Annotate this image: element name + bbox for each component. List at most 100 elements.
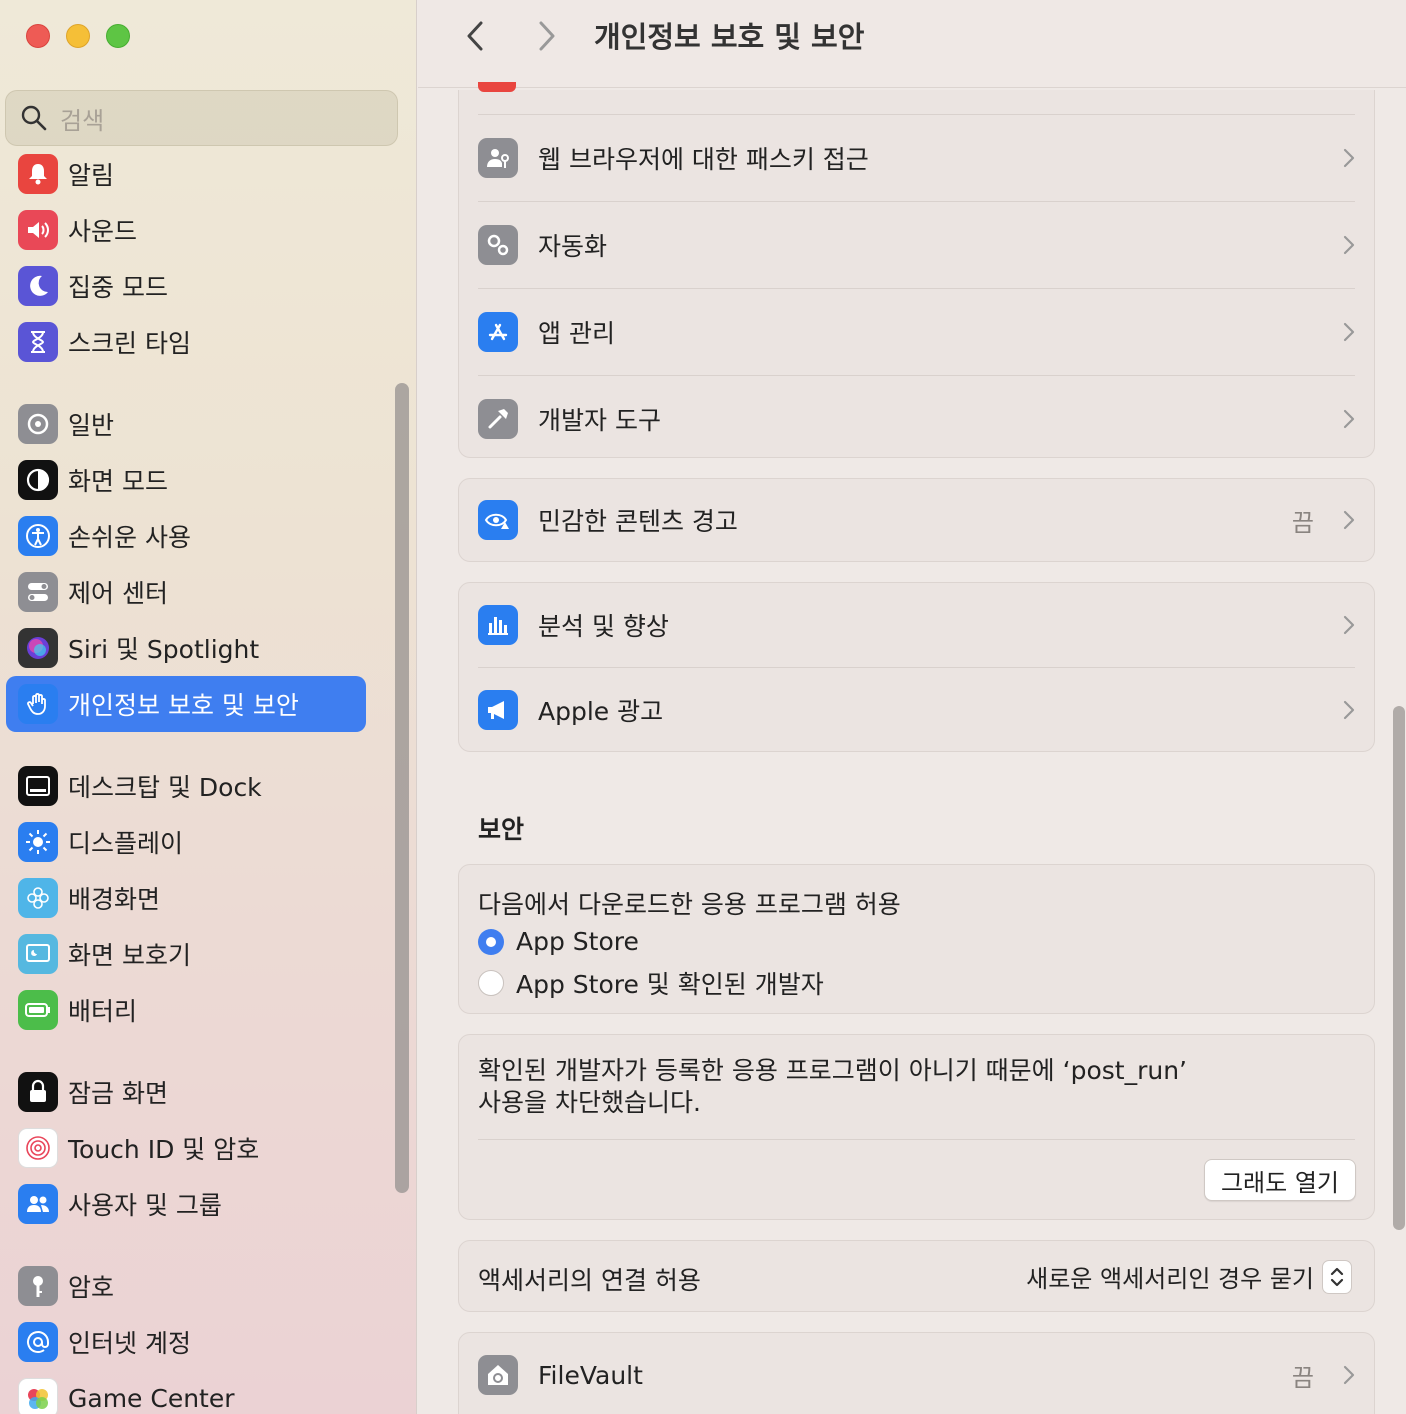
sidebar: 검색 알림사운드집중 모드스크린 타임일반화면 모드손쉬운 사용 제어 센터 Sir… (0, 0, 417, 1414)
sidebar-item[interactable]: 화면 보호기 (6, 926, 366, 982)
settings-row-value: 끔 (1291, 508, 1314, 537)
dock-icon (18, 766, 58, 806)
sidebar-item-label: 화면 모드 (68, 467, 168, 496)
sidebar-item[interactable]: 인터넷 계정 (6, 1314, 366, 1370)
radio-app-store-and-developers-label: App Store 및 확인된 개발자 (516, 970, 824, 999)
radio-app-store-and-developers-indicator[interactable] (478, 970, 504, 996)
megaphone-icon (478, 690, 518, 730)
close-button[interactable] (26, 24, 50, 48)
radio-app-store-indicator[interactable] (478, 928, 504, 955)
minimize-button[interactable] (66, 24, 90, 48)
rows: 웹 브라우저에 대한 패스키 접근 자동화앱 관리개발자 도구 (459, 115, 1374, 462)
automation-gears-icon (478, 225, 518, 265)
sun-icon (18, 822, 58, 862)
settings-row[interactable]: 개발자 도구 (459, 376, 1374, 462)
sidebar-item-label: 스크린 타임 (68, 329, 191, 358)
sidebar-item[interactable]: 배터리 (6, 982, 366, 1038)
sidebar-item[interactable]: 제어 센터 (6, 564, 366, 620)
settings-row-label: 민감한 콘텐츠 경고 (538, 507, 738, 536)
open-anyway-button[interactable]: 그래도 열기 (1203, 1159, 1356, 1201)
chevron-right-icon (1343, 700, 1355, 720)
passkey-icon (478, 138, 518, 178)
back-chevron-icon[interactable] (458, 18, 494, 54)
sidebar-item[interactable]: 데스크탑 및 Dock (6, 758, 366, 814)
sidebar-item-label: 화면 보호기 (68, 941, 191, 970)
allow-apps-card: 다음에서 다운로드한 응용 프로그램 허용 App Store App Stor… (458, 864, 1375, 1014)
sidebar-item-label: 사운드 (68, 217, 138, 246)
filevault-icon (478, 1355, 518, 1395)
sidebar-item[interactable]: 집중 모드 (6, 258, 366, 314)
allow-apps-heading: 다음에서 다운로드한 응용 프로그램 허용 (478, 890, 901, 919)
accessibility-icon (18, 516, 58, 556)
popup-stepper-icon[interactable] (1322, 1259, 1352, 1294)
speaker-icon (18, 210, 58, 250)
search-field[interactable]: 검색 (5, 90, 398, 146)
main-scrollbar[interactable] (1393, 706, 1405, 1230)
sidebar-item[interactable]: 사용자 및 그룹 (6, 1176, 366, 1232)
sidebar-item[interactable]: 디스플레이 (6, 814, 366, 870)
siri-icon (18, 628, 58, 668)
appearance-icon (18, 460, 58, 500)
sidebar-item[interactable]: 손쉬운 사용 (6, 508, 366, 564)
sidebar-item[interactable]: Game Center (6, 1370, 366, 1414)
accessory-label: 액세서리의 연결 허용 (478, 1266, 701, 1295)
sidebar-item-label: Game Center (68, 1383, 235, 1413)
chevron-right-icon (1343, 322, 1355, 342)
blocked-app-message-line2: 사용을 차단했습니다. (478, 1088, 701, 1117)
battery-icon (18, 990, 58, 1030)
settings-row-label: Apple 광고 (538, 697, 664, 726)
fingerprint-icon (18, 1128, 58, 1168)
blocked-app-message-line1: 확인된 개발자가 등록한 응용 프로그램이 아니기 때문에 ‘post_run’ (478, 1056, 1187, 1085)
sidebar-item[interactable]: Touch ID 및 암호 (6, 1120, 366, 1176)
divider (478, 1139, 1355, 1140)
sidebar-item-label: 디스플레이 (68, 829, 184, 858)
search-placeholder: 검색 (60, 106, 105, 135)
sidebar-item-label: 잠금 화면 (68, 1079, 168, 1108)
sidebar-item-label: 데스크탑 및 Dock (68, 773, 262, 802)
settings-row[interactable]: 웹 브라우저에 대한 패스키 접근 (459, 115, 1374, 201)
settings-row[interactable]: 분석 및 향상 (459, 583, 1374, 667)
sidebar-item[interactable]: 사운드 (6, 202, 366, 258)
sidebar-item[interactable]: 암호 (6, 1258, 366, 1314)
sidebar-item-label: 배터리 (68, 997, 138, 1026)
sidebar-item-label: 인터넷 계정 (68, 1329, 191, 1358)
window-controls (26, 24, 130, 48)
sidebar-item[interactable]: 일반 (6, 396, 366, 452)
sidebar-scrollbar[interactable] (395, 383, 409, 1193)
chevron-right-icon (1343, 510, 1355, 530)
sidebar-item[interactable]: 배경화면 (6, 870, 366, 926)
forward-chevron-icon[interactable] (528, 18, 564, 54)
search-icon (21, 105, 47, 131)
sidebar-item[interactable]: 개인정보 보호 및 보안 (6, 676, 366, 732)
radio-app-store-and-developers[interactable]: App Store 및 확인된 개발자 (478, 965, 824, 1001)
filevault-row[interactable]: FileVault 끔 (459, 1333, 1374, 1414)
screensaver-icon (18, 934, 58, 974)
settings-row[interactable]: Apple 광고 (459, 668, 1374, 752)
flower-icon (18, 878, 58, 918)
bell-icon (18, 154, 58, 194)
accessory-value: 새로운 액세서리인 경우 묻기 (1026, 1265, 1314, 1293)
filevault-card: FileVault 끔 (458, 1332, 1375, 1414)
sidebar-item[interactable]: 화면 모드 (6, 452, 366, 508)
sidebar-item[interactable]: Siri 및 Spotlight (6, 620, 366, 676)
sidebar-item-label: 집중 모드 (68, 273, 168, 302)
sidebar-item[interactable]: 알림 (6, 146, 366, 202)
hand-icon (18, 684, 58, 724)
zoom-button[interactable] (106, 24, 130, 48)
users-icon (18, 1184, 58, 1224)
sidebar-item[interactable]: 스크린 타임 (6, 314, 366, 370)
hourglass-icon (18, 322, 58, 362)
sidebar-item[interactable]: 잠금 화면 (6, 1064, 366, 1120)
settings-row-label: 개발자 도구 (538, 406, 661, 435)
settings-row-label: 앱 관리 (538, 319, 615, 348)
game-center-icon (18, 1378, 58, 1414)
radio-app-store[interactable]: App Store (478, 927, 639, 956)
accessory-popup[interactable]: 새로운 액세서리인 경우 묻기 (1026, 1259, 1352, 1294)
settings-row[interactable]: 앱 관리 (459, 289, 1374, 375)
gear-icon (18, 404, 58, 444)
toolbar: 개인정보 보호 및 보안 (418, 0, 1406, 88)
moon-icon (18, 266, 58, 306)
settings-row[interactable]: 민감한 콘텐츠 경고 끔 (459, 479, 1374, 561)
settings-row[interactable]: 자동화 (459, 202, 1374, 288)
key-icon (18, 1266, 58, 1306)
